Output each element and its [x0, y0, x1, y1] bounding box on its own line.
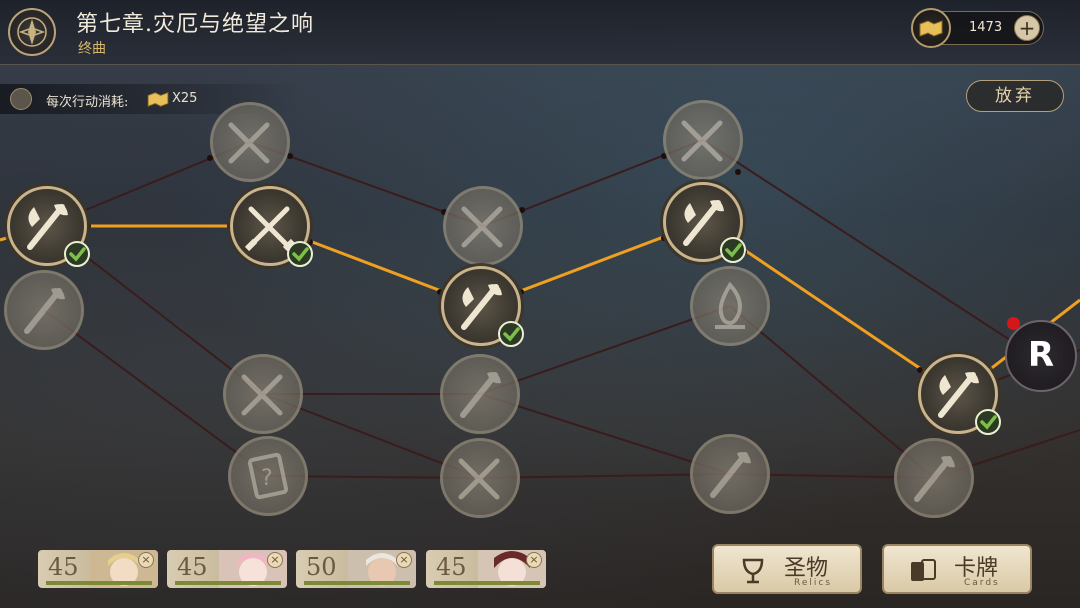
party-member-card[interactable]: 50 ×: [296, 550, 416, 588]
swords-icon: [241, 374, 283, 416]
map-node-battle[interactable]: [210, 102, 290, 182]
cards-sublabel: Cards: [964, 578, 1000, 588]
relics-button[interactable]: 圣物 Relics: [712, 544, 862, 594]
chapter-title: 第七章.灾厄与绝望之响: [76, 12, 314, 37]
hp-bar: [304, 581, 410, 585]
relic-node[interactable]: R: [1005, 320, 1077, 392]
cost-info-icon: [10, 88, 32, 110]
map-node-battle-elite[interactable]: [7, 186, 90, 267]
party-member-card[interactable]: 45 ×: [426, 550, 546, 588]
svg-text:?: ?: [261, 466, 273, 491]
action-cost-label: 每次行动消耗:: [46, 95, 129, 110]
hp-bar: [175, 581, 281, 585]
map-node-battle[interactable]: [230, 186, 313, 267]
map-node-battle-elite[interactable]: [4, 270, 84, 350]
currency-value: 1473: [969, 20, 1003, 35]
remove-member-button[interactable]: ×: [267, 552, 283, 568]
completed-check-icon: [287, 241, 313, 267]
map-node-battle-elite[interactable]: [918, 354, 1001, 435]
hp-bar: [46, 581, 152, 585]
swords-icon: [461, 206, 503, 248]
completed-check-icon: [720, 237, 746, 263]
remove-member-button[interactable]: ×: [526, 552, 542, 568]
map-node-rest[interactable]: [690, 266, 770, 346]
cards-icon: [911, 559, 936, 581]
party-member-level: 45: [177, 553, 208, 581]
compass-emblem-icon: [17, 17, 47, 47]
map-node-battle[interactable]: [440, 438, 520, 518]
map-node-battle-elite[interactable]: [690, 434, 770, 514]
map-node-battle-elite[interactable]: [440, 354, 520, 434]
completed-check-icon: [498, 321, 524, 347]
swords-icon: [458, 458, 500, 500]
completed-check-icon: [975, 409, 1001, 435]
mystery-card-icon: ?: [247, 452, 289, 500]
add-currency-button[interactable]: +: [1014, 15, 1040, 41]
axe-crossed-icon: [24, 288, 65, 334]
party-member-card[interactable]: 45 ×: [38, 550, 158, 588]
swords-icon: [681, 120, 723, 162]
currency-display: 1473 +: [911, 8, 1044, 48]
map-node-battle[interactable]: [223, 354, 303, 434]
axe-crossed-icon: [914, 456, 955, 502]
party-member-level: 45: [48, 553, 79, 581]
hp-bar: [434, 581, 540, 585]
completed-check-icon: [64, 241, 90, 267]
map-node-battle-elite[interactable]: [663, 182, 746, 263]
give-up-button[interactable]: 放弃: [966, 80, 1064, 112]
chapter-subtitle: 终曲: [78, 41, 106, 57]
action-cost-value: X25: [172, 91, 198, 106]
map-node-event[interactable]: ?: [228, 436, 308, 516]
chapter-emblem-button[interactable]: [8, 8, 56, 56]
map-node-battle-elite[interactable]: [441, 266, 524, 347]
party-member-level: 50: [306, 553, 337, 581]
map-ticket-icon: [147, 92, 169, 107]
swords-icon: [228, 122, 270, 164]
map-node-battle[interactable]: [663, 100, 743, 180]
map-node-battle-elite[interactable]: [894, 438, 974, 518]
cards-button[interactable]: 卡牌 Cards: [882, 544, 1032, 594]
top-bar: 第七章.灾厄与绝望之响 终曲 1473 +: [0, 0, 1080, 65]
relics-sublabel: Relics: [794, 578, 833, 588]
remove-member-button[interactable]: ×: [138, 552, 154, 568]
axe-crossed-icon: [710, 452, 751, 498]
party-member-card[interactable]: 45 ×: [167, 550, 287, 588]
chalice-icon: [742, 558, 764, 584]
axe-crossed-icon: [460, 372, 501, 418]
party-member-level: 45: [436, 553, 467, 581]
map-ticket-icon: [911, 8, 951, 48]
map-node-battle[interactable]: [443, 186, 523, 266]
campfire-icon: [715, 281, 745, 329]
notification-dot: [1007, 317, 1020, 330]
remove-member-button[interactable]: ×: [396, 552, 412, 568]
